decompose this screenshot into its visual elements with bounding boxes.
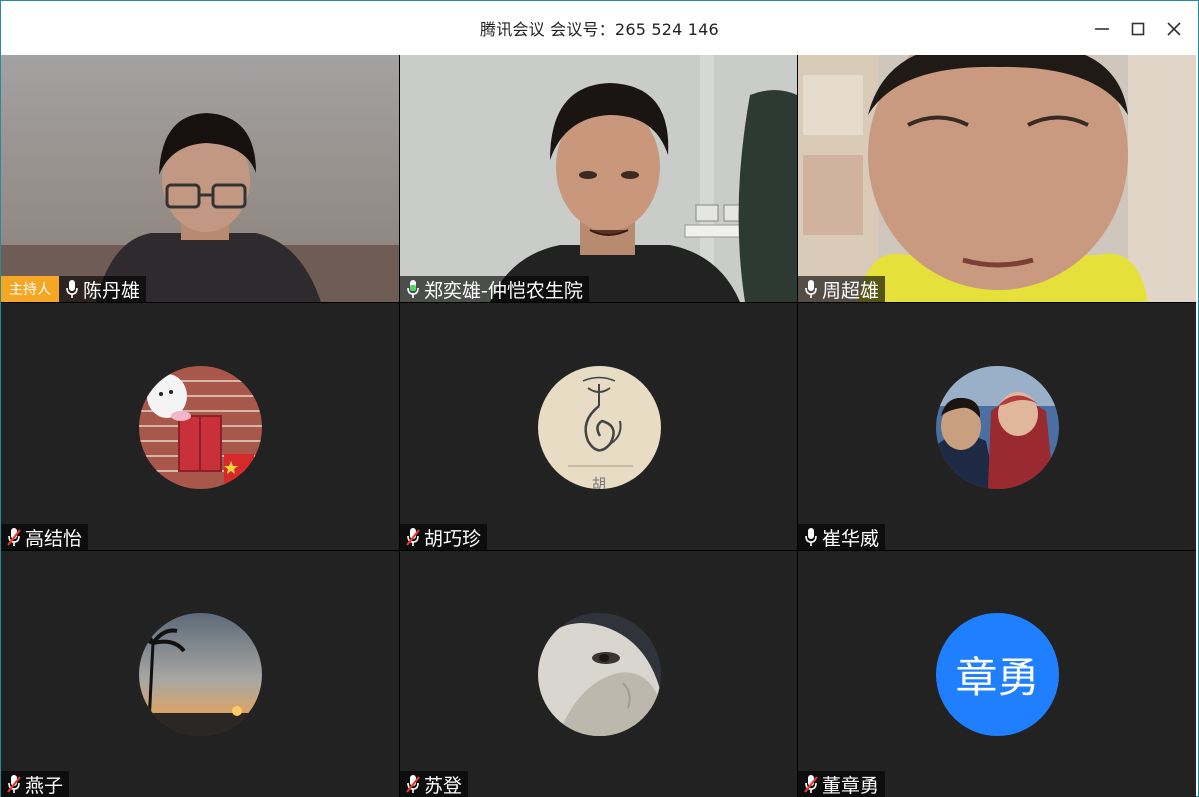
microphone-muted-icon xyxy=(801,773,821,795)
participant-tile[interactable]: 郑奕雄-仲恺农生院 xyxy=(400,55,797,302)
participant-tile[interactable]: 苏登 xyxy=(400,551,797,797)
participant-name: 胡巧珍 xyxy=(424,527,482,550)
maximize-icon xyxy=(1131,22,1145,36)
name-tag: 胡巧珍 xyxy=(400,524,488,550)
host-badge: 主持人 xyxy=(1,276,59,302)
participant-name: 高结怡 xyxy=(25,527,83,550)
participant-tile[interactable]: 章勇 董章勇 xyxy=(798,551,1196,797)
microphone-muted-icon xyxy=(403,526,423,548)
participant-name: 董章勇 xyxy=(822,774,880,797)
close-button[interactable] xyxy=(1156,11,1192,47)
participant-name: 郑奕雄-仲恺农生院 xyxy=(424,279,583,302)
name-tag: 主持人 陈丹雄 xyxy=(1,276,147,302)
title-bar[interactable]: 腾讯会议 会议号：265 524 146 xyxy=(1,1,1198,55)
participant-tile[interactable]: 周超雄 xyxy=(798,55,1196,302)
participant-tile[interactable]: 燕子 xyxy=(1,551,399,797)
name-tag: 周超雄 xyxy=(798,276,886,302)
avatar-char: 胡 xyxy=(592,477,606,489)
window-controls xyxy=(1084,11,1192,47)
microphone-muted-icon xyxy=(403,773,423,795)
microphone-icon xyxy=(62,278,82,300)
video-feed xyxy=(798,55,1196,302)
maximize-button[interactable] xyxy=(1120,11,1156,47)
microphone-muted-icon xyxy=(4,526,24,548)
name-tag: 燕子 xyxy=(1,771,70,797)
microphone-icon xyxy=(801,526,821,548)
avatar: 胡 xyxy=(537,365,661,489)
minimize-button[interactable] xyxy=(1084,11,1120,47)
microphone-muted-icon xyxy=(4,773,24,795)
avatar xyxy=(537,613,661,736)
close-icon xyxy=(1167,22,1181,36)
participant-name: 周超雄 xyxy=(822,279,880,302)
participant-name: 苏登 xyxy=(424,774,463,797)
participant-tile[interactable]: 高结怡 xyxy=(1,303,399,550)
microphone-icon xyxy=(801,278,821,300)
avatar xyxy=(139,365,262,489)
avatar xyxy=(139,613,262,736)
avatar xyxy=(936,365,1059,489)
participant-name: 崔华威 xyxy=(822,527,880,550)
name-tag: 董章勇 xyxy=(798,771,886,797)
participant-tile[interactable]: 崔华威 xyxy=(798,303,1196,550)
minimize-icon xyxy=(1095,28,1109,30)
name-tag: 郑奕雄-仲恺农生院 xyxy=(400,276,589,302)
window-title: 腾讯会议 会议号：265 524 146 xyxy=(480,20,719,39)
meeting-window: 腾讯会议 会议号：265 524 146 主持人 陈丹雄 郑奕雄-仲恺农生院 周… xyxy=(0,0,1199,797)
name-tag: 苏登 xyxy=(400,771,469,797)
participant-name: 陈丹雄 xyxy=(83,279,141,302)
microphone-icon xyxy=(403,278,423,300)
text-avatar: 章勇 xyxy=(936,613,1059,736)
video-feed xyxy=(400,55,797,302)
participant-tile[interactable]: 胡 胡巧珍 xyxy=(400,303,797,550)
participant-tile[interactable]: 主持人 陈丹雄 xyxy=(1,55,399,302)
name-tag: 崔华威 xyxy=(798,524,886,550)
name-tag: 高结怡 xyxy=(1,524,89,550)
participant-name: 燕子 xyxy=(25,774,64,797)
video-feed xyxy=(1,55,399,302)
participant-grid: 主持人 陈丹雄 郑奕雄-仲恺农生院 周超雄 高结怡 胡 胡巧珍 崔华威 燕子 苏… xyxy=(1,55,1196,797)
